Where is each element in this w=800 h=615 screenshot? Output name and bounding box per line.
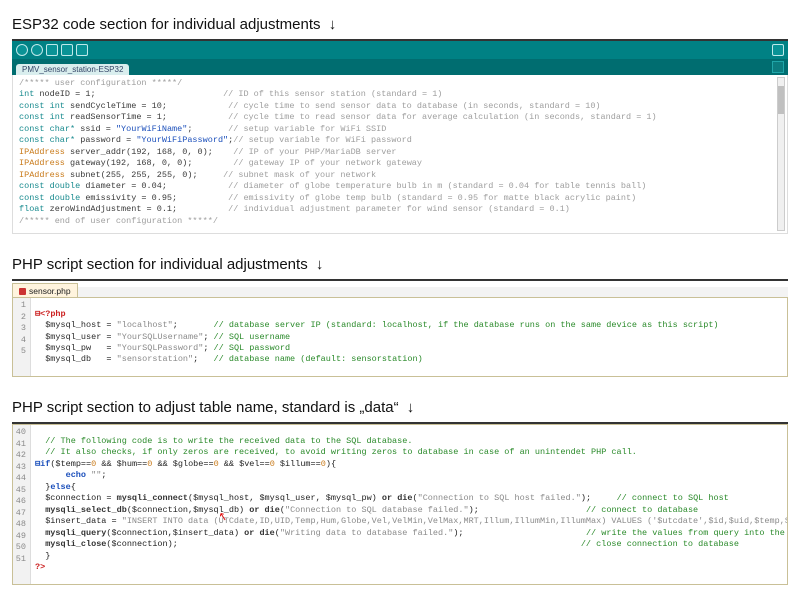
verify-button[interactable] (16, 44, 28, 56)
php1-line-gutter: 1 2 3 4 5 (13, 298, 31, 376)
esp32-title-text: ESP32 code section for individual adjust… (12, 16, 321, 33)
scrollbar[interactable] (777, 77, 785, 231)
arduino-code[interactable]: /***** user configuration *****/ int nod… (19, 78, 777, 227)
save-button[interactable] (76, 44, 88, 56)
arduino-toolbar (12, 41, 788, 59)
php-config-section: PHP script section for individual adjust… (12, 252, 788, 377)
php2-editor[interactable]: 40 41 42 43 44 45 46 47 48 49 50 51 // T… (12, 424, 788, 585)
esp32-section: ESP32 code section for individual adjust… (12, 12, 788, 234)
open-button[interactable] (61, 44, 73, 56)
down-arrow-icon: ↓ (403, 399, 415, 416)
new-button[interactable] (46, 44, 58, 56)
php-insert-section: PHP script section to adjust table name,… (12, 395, 788, 585)
arduino-editor[interactable]: /***** user configuration *****/ int nod… (12, 75, 788, 234)
php1-editor[interactable]: 1 2 3 4 5 ⊟<?php $mysql_host = "localhos… (12, 297, 788, 377)
npp-file-tab[interactable]: sensor.php (12, 283, 78, 297)
down-arrow-icon: ↓ (325, 16, 337, 33)
php1-code[interactable]: ⊟<?php $mysql_host = "localhost"; // dat… (31, 307, 723, 368)
php2-line-gutter: 40 41 42 43 44 45 46 47 48 49 50 51 (13, 425, 31, 584)
arduino-sketch-tab[interactable]: PMV_sensor_station-ESP32 (16, 64, 129, 75)
php2-title-text: PHP script section to adjust table name,… (12, 399, 399, 416)
down-arrow-icon: ↓ (312, 256, 324, 273)
esp32-title: ESP32 code section for individual adjust… (12, 12, 788, 41)
npp-tab-label: sensor.php (29, 286, 71, 296)
serial-monitor-button[interactable] (772, 44, 784, 56)
scrollbar-thumb[interactable] (778, 86, 784, 114)
unsaved-dot-icon (19, 288, 26, 295)
php2-code[interactable]: // The following code is to write the re… (31, 434, 787, 576)
php1-title: PHP script section for individual adjust… (12, 252, 788, 281)
npp-tabrow: sensor.php (12, 281, 788, 297)
arduino-tab-band: PMV_sensor_station-ESP32 (12, 59, 788, 75)
php1-title-text: PHP script section for individual adjust… (12, 256, 308, 273)
upload-button[interactable] (31, 44, 43, 56)
php2-title: PHP script section to adjust table name,… (12, 395, 788, 424)
tab-menu-icon[interactable] (772, 61, 784, 73)
